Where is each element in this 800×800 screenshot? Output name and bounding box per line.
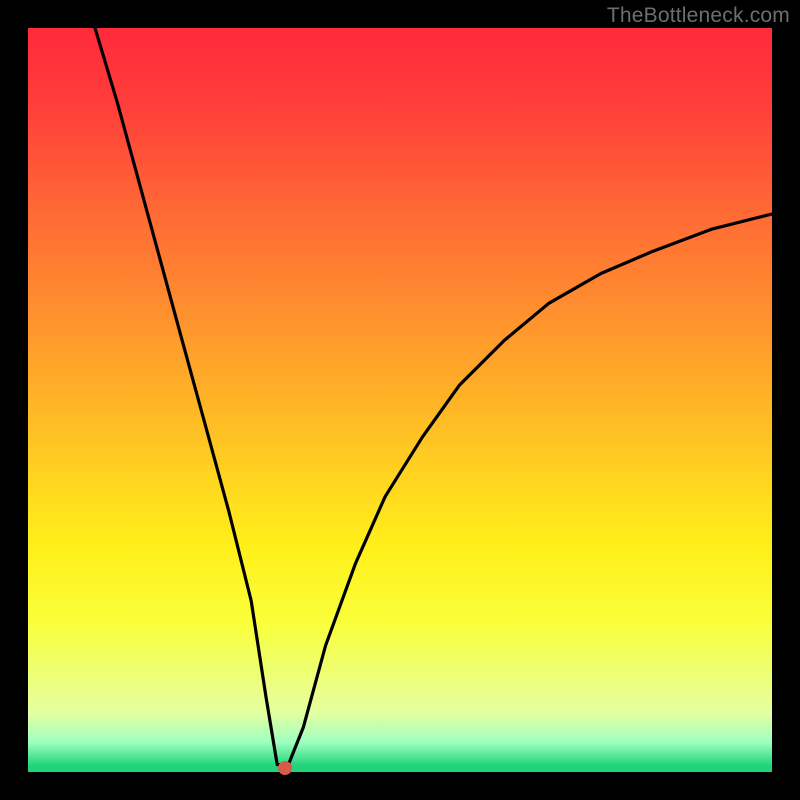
chart-frame: TheBottleneck.com xyxy=(0,0,800,800)
optimal-point-marker xyxy=(278,761,292,775)
curve-path xyxy=(95,28,772,765)
bottleneck-curve xyxy=(28,28,772,772)
plot-area xyxy=(28,28,772,772)
watermark-text: TheBottleneck.com xyxy=(607,4,790,28)
